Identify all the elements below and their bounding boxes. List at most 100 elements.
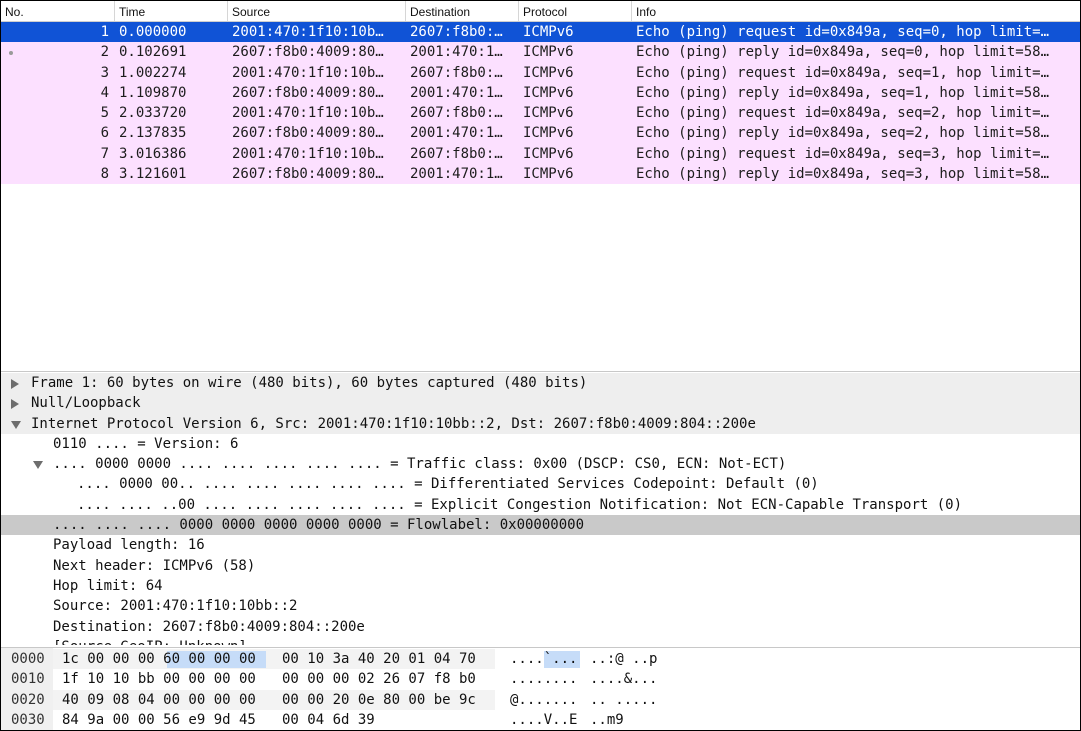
ascii-bytes-first-half: ........ [510, 671, 578, 688]
packet-no: 8 [100, 166, 109, 183]
packet-no: 4 [100, 84, 109, 101]
ascii-bytes-first-half: ....V..E [510, 711, 578, 728]
column-header-protocol[interactable]: Protocol [519, 1, 632, 21]
hex-bytes-second-half: 00 10 3a 40 20 01 04 70 [282, 651, 476, 667]
detail-tree-label: Destination: 2607:f8b0:4009:804::200e [53, 618, 365, 635]
packet-source: 2607:f8b0:4009:80… [232, 125, 384, 142]
detail-tree-label: Internet Protocol Version 6, Src: 2001:4… [31, 415, 756, 432]
detail-tree-item[interactable]: Frame 1: 60 bytes on wire (480 bits), 60… [1, 373, 1080, 394]
detail-tree-label: .... 0000 00.. .... .... .... .... .... … [77, 476, 819, 493]
packet-row[interactable]: 7 3.016386 2001:470:1f10:10b… 2607:f8b0:… IC… [1, 143, 1080, 165]
packet-source: 2607:f8b0:4009:80… [232, 166, 384, 183]
detail-tree-item[interactable]: Source: 2001:470:1f10:10bb::2 [1, 596, 1080, 616]
hex-bytes-first-half: 40 09 08 04 00 00 00 00 [62, 691, 256, 708]
packet-row[interactable]: 5 2.033720 2001:470:1f10:10b… 2607:f8b0:… IC… [1, 103, 1080, 124]
packet-time: 3.016386 [119, 145, 187, 162]
packet-source: 2001:470:1f10:10b… [232, 24, 384, 40]
packet-time: 0.000000 [119, 24, 187, 40]
packet-no: 5 [100, 105, 109, 122]
packet-bytes-pane: 0000 1c 00 00 00 60 00 00 00 00 10 3a 40 2… [1, 647, 1080, 730]
detail-tree-item[interactable]: Destination: 2607:f8b0:4009:804::200e [1, 617, 1080, 637]
detail-tree-item[interactable]: .... 0000 00.. .... .... .... .... .... … [1, 474, 1080, 494]
expand-arrow-icon[interactable] [11, 399, 19, 410]
packet-no: 3 [100, 64, 109, 81]
detail-tree-label: .... .... ..00 .... .... .... .... .... … [77, 496, 963, 513]
packet-row[interactable]: 8 3.121601 2607:f8b0:4009:80… 2001:470:1… IC… [1, 164, 1080, 185]
packet-destination: 2607:f8b0:… [410, 64, 503, 81]
detail-tree-label: Hop limit: 64 [53, 577, 163, 594]
packet-row[interactable]: 6 2.137835 2607:f8b0:4009:80… 2001:470:1… IC… [1, 123, 1080, 144]
collapse-arrow-icon[interactable] [11, 420, 21, 429]
detail-tree-label: Null/Loopback [31, 395, 141, 412]
packet-no: 2 [100, 44, 109, 61]
packet-info: Echo (ping) request id=0x849a, seq=1, ho… [636, 64, 1050, 81]
detail-tree-item[interactable]: Next header: ICMPv6 (58) [1, 556, 1080, 576]
detail-tree-label: Payload length: 16 [53, 537, 205, 554]
byte-offset: 0000 [11, 651, 45, 667]
packet-destination: 2001:470:1… [410, 84, 503, 101]
bytes-row[interactable]: 0020 40 09 08 04 00 00 00 00 00 00 20 0e 8… [1, 689, 1080, 710]
packet-time: 1.002274 [119, 64, 187, 81]
detail-tree-item[interactable]: Hop limit: 64 [1, 576, 1080, 596]
hex-bytes-first-half: 84 9a 00 00 56 e9 9d 45 [62, 711, 256, 728]
packet-row[interactable]: 3 1.002274 2001:470:1f10:10b… 2607:f8b0:… IC… [1, 62, 1080, 83]
bytes-row[interactable]: 0030 84 9a 00 00 56 e9 9d 45 00 04 6d 39..… [1, 710, 1080, 730]
wireshark-window: No. Time Source Destination Protocol Inf… [0, 0, 1081, 731]
packet-row[interactable]: 4 1.109870 2607:f8b0:4009:80… 2001:470:1… IC… [1, 82, 1080, 104]
packet-destination: 2001:470:1… [410, 166, 503, 183]
column-header-time[interactable]: Time [115, 1, 228, 21]
ascii-bytes-first-half: ....`... [510, 651, 578, 667]
packet-rows: 1 0.000000 2001:470:1f10:10b… 2607:f8b0:… IC… [1, 22, 1080, 185]
hex-bytes-second-half: 00 04 6d 39 [282, 711, 375, 728]
packet-info: Echo (ping) reply id=0x849a, seq=0, hop … [636, 44, 1050, 61]
packet-destination: 2001:470:1… [410, 44, 503, 61]
collapse-arrow-icon[interactable] [33, 461, 43, 470]
expand-arrow-icon[interactable] [11, 379, 19, 389]
ascii-bytes-second-half: .. ..... [590, 691, 658, 708]
bytes-row[interactable]: 0000 1c 00 00 00 60 00 00 00 00 10 3a 40 2… [1, 649, 1080, 669]
column-header-destination[interactable]: Destination [406, 1, 519, 21]
packet-source: 2607:f8b0:4009:80… [232, 84, 384, 101]
packet-time: 2.033720 [119, 105, 187, 122]
packet-destination: 2607:f8b0:… [410, 24, 503, 40]
packet-protocol: ICMPv6 [523, 24, 574, 40]
packet-destination: 2607:f8b0:… [410, 105, 503, 122]
packet-info: Echo (ping) reply id=0x849a, seq=2, hop … [636, 125, 1050, 142]
column-header-source[interactable]: Source [228, 1, 406, 21]
packet-protocol: ICMPv6 [523, 64, 574, 81]
detail-tree-item[interactable]: .... .... .... 0000 0000 0000 0000 0000 … [1, 515, 1080, 536]
packet-info: Echo (ping) reply id=0x849a, seq=1, hop … [636, 84, 1050, 101]
detail-tree-item[interactable]: Null/Loopback [1, 393, 1080, 414]
detail-rows: Frame 1: 60 bytes on wire (480 bits), 60… [1, 373, 1080, 645]
detail-tree-label: 0110 .... = Version: 6 [53, 435, 239, 452]
packet-destination: 2001:470:1… [410, 125, 503, 142]
hex-bytes-second-half: 00 00 00 02 26 07 f8 b0 [282, 671, 476, 688]
packet-no: 7 [100, 145, 109, 162]
detail-tree-label: [Source GeoIP: Unknown] [53, 637, 247, 645]
detail-tree-label: .... .... .... 0000 0000 0000 0000 0000 … [53, 517, 585, 534]
bytes-row[interactable]: 0010 1f 10 10 bb 00 00 00 00 00 00 00 02 2… [1, 669, 1080, 690]
packet-list-header: No. Time Source Destination Protocol Inf… [1, 1, 1080, 22]
detail-tree-label: Source: 2001:470:1f10:10bb::2 [53, 598, 298, 615]
packet-row[interactable]: 1 0.000000 2001:470:1f10:10b… 2607:f8b0:… IC… [1, 22, 1080, 43]
packet-source: 2001:470:1f10:10b… [232, 145, 384, 162]
packet-details-tree: Frame 1: 60 bytes on wire (480 bits), 60… [1, 373, 1080, 645]
detail-tree-label: .... 0000 0000 .... .... .... .... .... … [53, 456, 787, 473]
detail-tree-item[interactable]: Payload length: 16 [1, 535, 1080, 555]
packet-row[interactable]: 2 0.102691 2607:f8b0:4009:80… 2001:470:1… IC… [1, 42, 1080, 63]
detail-tree-item[interactable]: Internet Protocol Version 6, Src: 2001:4… [1, 413, 1080, 434]
detail-tree-item[interactable]: 0110 .... = Version: 6 [1, 434, 1080, 454]
column-header-no[interactable]: No. [1, 1, 115, 21]
detail-tree-item[interactable]: .... .... ..00 .... .... .... .... .... … [1, 495, 1080, 515]
packet-time: 0.102691 [119, 44, 187, 61]
detail-tree-item[interactable]: [Source GeoIP: Unknown] [1, 637, 1080, 645]
ascii-bytes-second-half: ..:@ ..p [590, 651, 658, 667]
hex-bytes-first-half: 1f 10 10 bb 00 00 00 00 [62, 671, 256, 688]
packet-source: 2001:470:1f10:10b… [232, 105, 384, 122]
column-header-info[interactable]: Info [632, 1, 1080, 21]
packet-protocol: ICMPv6 [523, 105, 574, 122]
ascii-bytes-second-half: ....&... [590, 671, 658, 688]
detail-tree-item[interactable]: .... 0000 0000 .... .... .... .... .... … [1, 454, 1080, 474]
packet-source: 2607:f8b0:4009:80… [232, 44, 384, 61]
packet-no: 6 [100, 125, 109, 142]
